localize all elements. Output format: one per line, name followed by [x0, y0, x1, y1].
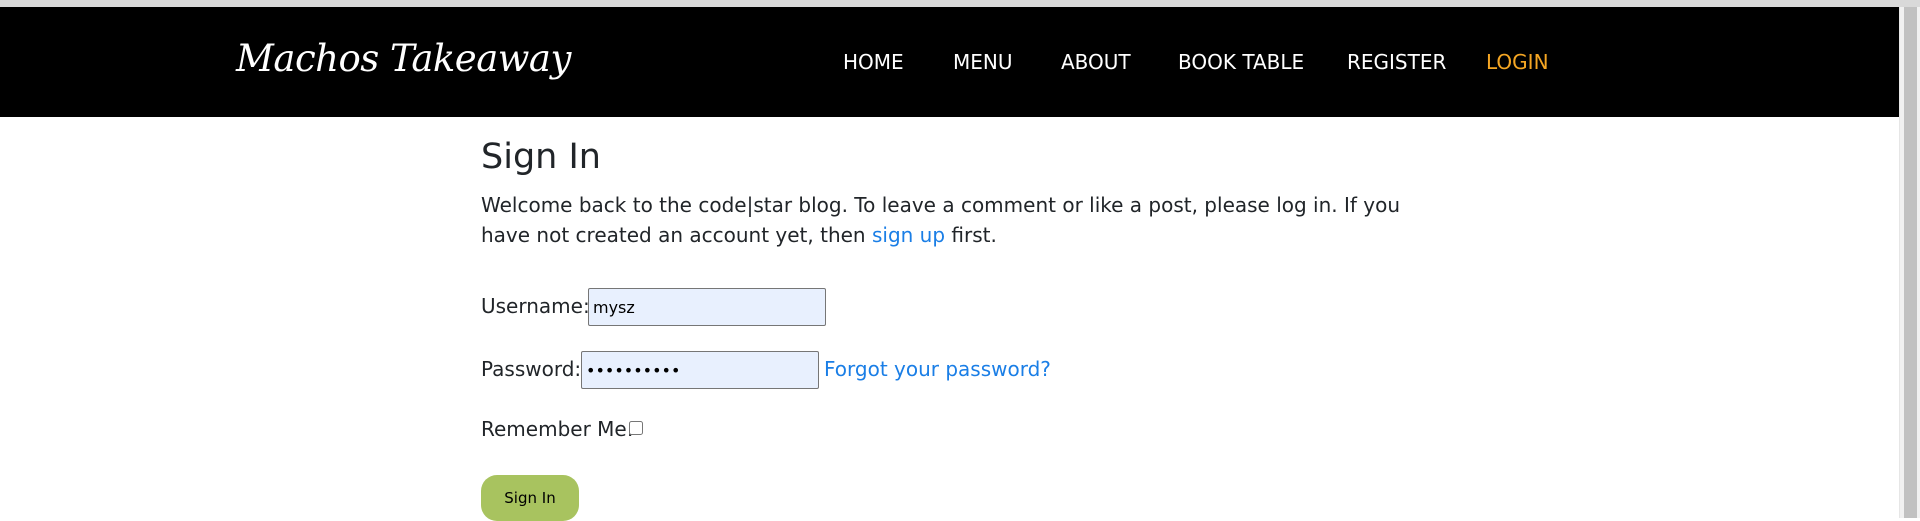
brand-logo[interactable]: Machos Takeaway	[236, 37, 571, 80]
nav-login[interactable]: LOGIN	[1486, 50, 1549, 74]
nav-about[interactable]: ABOUT	[1061, 50, 1131, 74]
remember-me-checkbox[interactable]	[629, 421, 643, 435]
page-title: Sign In	[481, 137, 601, 177]
username-label: Username:	[481, 294, 590, 318]
username-input[interactable]	[588, 288, 826, 326]
nav-home[interactable]: HOME	[843, 50, 904, 74]
password-input[interactable]	[581, 351, 819, 389]
signup-link[interactable]: sign up	[872, 223, 945, 247]
password-label: Password:	[481, 357, 582, 381]
browser-top-strip	[0, 0, 1920, 7]
sign-in-button[interactable]: Sign In	[481, 475, 579, 521]
page-scrollbar[interactable]	[1899, 7, 1920, 518]
forgot-password-link[interactable]: Forgot your password?	[824, 357, 1051, 381]
intro-text: Welcome back to the code|star blog. To l…	[481, 190, 1441, 250]
nav-book-table[interactable]: BOOK TABLE	[1178, 50, 1304, 74]
navbar: Machos Takeaway HOME MENU ABOUT BOOK TAB…	[0, 7, 1899, 117]
nav-register[interactable]: REGISTER	[1347, 50, 1446, 74]
nav-menu[interactable]: MENU	[953, 50, 1013, 74]
remember-me-label: Remember Me:	[481, 417, 634, 441]
intro-text-after: first.	[945, 223, 997, 247]
scrollbar-thumb[interactable]	[1904, 7, 1917, 518]
